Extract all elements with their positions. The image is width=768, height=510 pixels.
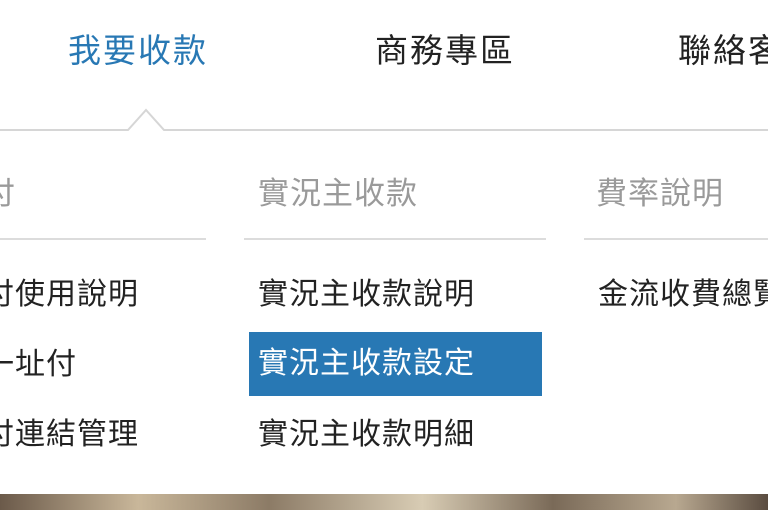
background-image-strip [0, 494, 768, 510]
nav-item-business-zone[interactable]: 商務專區 [375, 26, 515, 76]
column-header: 付 [0, 174, 16, 214]
dropdown-border [0, 108, 768, 131]
menu-item-streamer-guide[interactable]: 實況主收款說明 [258, 263, 475, 327]
column-divider [584, 238, 768, 240]
column-divider [244, 238, 546, 240]
column-divider [0, 238, 206, 240]
menu-item-link-management[interactable]: 付連結管理 [0, 403, 139, 467]
menu-item-fee-overview[interactable]: 金流收費總覽 [598, 263, 768, 327]
menu-item-streamer-details[interactable]: 實況主收款明細 [258, 403, 475, 467]
menu-item-usage-guide[interactable]: 付使用說明 [0, 263, 139, 327]
nav-item-receive-payment[interactable]: 我要收款 [68, 26, 208, 76]
menu-item-address-pay[interactable]: 一址付 [0, 333, 77, 397]
column-header: 費率說明 [596, 176, 724, 212]
nav-item-contact[interactable]: 聯絡客 [678, 26, 768, 76]
menu-item-streamer-settings[interactable]: 實況主收款設定 [249, 332, 542, 396]
column-header: 實況主收款 [258, 176, 418, 212]
